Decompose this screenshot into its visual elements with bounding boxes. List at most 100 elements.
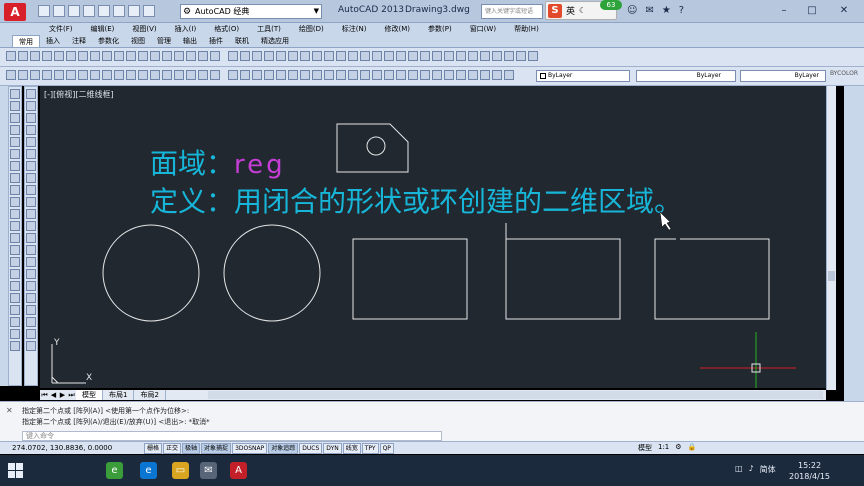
modify-tool-icon[interactable] xyxy=(26,197,36,207)
status-toggle[interactable]: 对象追踪 xyxy=(268,443,299,454)
layer-tool-icon[interactable] xyxy=(102,70,112,80)
ribbon-tab[interactable]: 注释 xyxy=(66,35,92,47)
menu-item[interactable]: 视图(V) xyxy=(123,23,165,35)
ribbon-tab[interactable]: 插入 xyxy=(40,35,66,47)
standard-tool-icon[interactable] xyxy=(30,51,40,61)
layer-tool-icon[interactable] xyxy=(300,70,310,80)
ribbon-tab[interactable]: 插件 xyxy=(203,35,229,47)
status-toggle[interactable]: 线宽 xyxy=(342,443,361,454)
standard-tool-icon[interactable] xyxy=(516,51,526,61)
network-icon[interactable]: ◫ xyxy=(735,464,743,475)
layer-tool-icon[interactable] xyxy=(240,70,250,80)
tab-prev-icon[interactable]: ◀ xyxy=(49,391,58,399)
ie-icon[interactable]: e xyxy=(140,462,157,479)
modify-tool-icon[interactable] xyxy=(26,101,36,111)
layer-tool-icon[interactable] xyxy=(228,70,238,80)
layer-tool-icon[interactable] xyxy=(276,70,286,80)
plotstyle-dropdown[interactable]: BYCOLOR xyxy=(830,70,858,77)
status-toggle[interactable]: DYN xyxy=(323,443,342,454)
plot-icon[interactable] xyxy=(113,5,125,17)
standard-tool-icon[interactable] xyxy=(336,51,346,61)
layer-tool-icon[interactable] xyxy=(504,70,514,80)
modify-tool-icon[interactable] xyxy=(26,125,36,135)
workspace-switch-icon[interactable]: ⚙ xyxy=(675,443,681,453)
draw-tool-icon[interactable] xyxy=(10,293,20,303)
modify-tool-icon[interactable] xyxy=(26,89,36,99)
new-icon[interactable] xyxy=(38,5,50,17)
draw-tool-icon[interactable] xyxy=(10,245,20,255)
standard-tool-icon[interactable] xyxy=(372,51,382,61)
standard-tool-icon[interactable] xyxy=(42,51,52,61)
tab-layout1[interactable]: 布局1 xyxy=(103,390,135,400)
layer-tool-icon[interactable] xyxy=(312,70,322,80)
layer-tool-icon[interactable] xyxy=(360,70,370,80)
layer-tool-icon[interactable] xyxy=(30,70,40,80)
layer-tool-icon[interactable] xyxy=(492,70,502,80)
layer-tool-icon[interactable] xyxy=(456,70,466,80)
standard-tool-icon[interactable] xyxy=(54,51,64,61)
scroll-thumb[interactable] xyxy=(828,271,835,281)
layer-tool-icon[interactable] xyxy=(372,70,382,80)
standard-tool-icon[interactable] xyxy=(432,51,442,61)
modify-tool-icon[interactable] xyxy=(26,317,36,327)
tab-first-icon[interactable]: ⏮ xyxy=(40,391,49,400)
layer-tool-icon[interactable] xyxy=(336,70,346,80)
draw-tool-icon[interactable] xyxy=(10,341,20,351)
maximize-button[interactable]: □ xyxy=(798,2,826,20)
tab-layout2[interactable]: 布局2 xyxy=(134,390,166,400)
redo-icon[interactable] xyxy=(143,5,155,17)
standard-tool-icon[interactable] xyxy=(276,51,286,61)
menu-item[interactable]: 帮助(H) xyxy=(505,23,548,35)
modify-tool-icon[interactable] xyxy=(26,257,36,267)
standard-tool-icon[interactable] xyxy=(198,51,208,61)
draw-tool-icon[interactable] xyxy=(10,269,20,279)
status-toggle[interactable]: 对象捕捉 xyxy=(201,443,232,454)
clock[interactable]: 15:22 2018/4/15 xyxy=(789,460,830,482)
ribbon-tab[interactable]: 常用 xyxy=(12,35,40,47)
status-toggle[interactable]: TPY xyxy=(361,443,379,454)
modify-tool-icon[interactable] xyxy=(26,245,36,255)
tab-model[interactable]: 模型 xyxy=(76,390,103,400)
ribbon-tab[interactable]: 精选应用 xyxy=(255,35,295,47)
autocad-taskbar-icon[interactable]: A xyxy=(230,462,247,479)
ribbon-tab[interactable]: 视图 xyxy=(125,35,151,47)
modify-tool-icon[interactable] xyxy=(26,269,36,279)
modify-tool-icon[interactable] xyxy=(26,173,36,183)
layer-tool-icon[interactable] xyxy=(150,70,160,80)
ribbon-tab[interactable]: 参数化 xyxy=(92,35,125,47)
ribbon-tab[interactable]: 管理 xyxy=(151,35,177,47)
layer-tool-icon[interactable] xyxy=(186,70,196,80)
model-space-button[interactable]: 模型 xyxy=(638,443,652,453)
draw-tool-icon[interactable] xyxy=(10,233,20,243)
draw-tool-icon[interactable] xyxy=(10,281,20,291)
standard-tool-icon[interactable] xyxy=(384,51,394,61)
standard-tool-icon[interactable] xyxy=(150,51,160,61)
standard-tool-icon[interactable] xyxy=(66,51,76,61)
menu-item[interactable]: 文件(F) xyxy=(40,23,82,35)
status-toggle[interactable]: QP xyxy=(379,443,394,454)
standard-tool-icon[interactable] xyxy=(420,51,430,61)
tab-last-icon[interactable]: ⏭ xyxy=(67,391,76,400)
standard-tool-icon[interactable] xyxy=(528,51,538,61)
standard-tool-icon[interactable] xyxy=(504,51,514,61)
modify-tool-icon[interactable] xyxy=(26,233,36,243)
volume-icon[interactable]: ♪ xyxy=(749,464,754,475)
layer-tool-icon[interactable] xyxy=(444,70,454,80)
menu-item[interactable]: 标注(N) xyxy=(333,23,376,35)
close-button[interactable]: ✕ xyxy=(830,2,858,20)
workspace-dropdown[interactable]: ⚙ AutoCAD 经典 ▼ xyxy=(180,4,322,19)
layer-tool-icon[interactable] xyxy=(432,70,442,80)
status-toggle[interactable]: 正交 xyxy=(163,443,182,454)
draw-tool-icon[interactable] xyxy=(10,89,20,99)
standard-tool-icon[interactable] xyxy=(252,51,262,61)
layer-tool-icon[interactable] xyxy=(210,70,220,80)
standard-tool-icon[interactable] xyxy=(78,51,88,61)
help-button[interactable]: ? xyxy=(679,5,684,16)
minimize-button[interactable]: – xyxy=(770,2,798,20)
standard-tool-icon[interactable] xyxy=(210,51,220,61)
standard-tool-icon[interactable] xyxy=(174,51,184,61)
layer-tool-icon[interactable] xyxy=(468,70,478,80)
standard-tool-icon[interactable] xyxy=(90,51,100,61)
browser-icon[interactable]: e xyxy=(106,462,123,479)
modify-tool-icon[interactable] xyxy=(26,329,36,339)
